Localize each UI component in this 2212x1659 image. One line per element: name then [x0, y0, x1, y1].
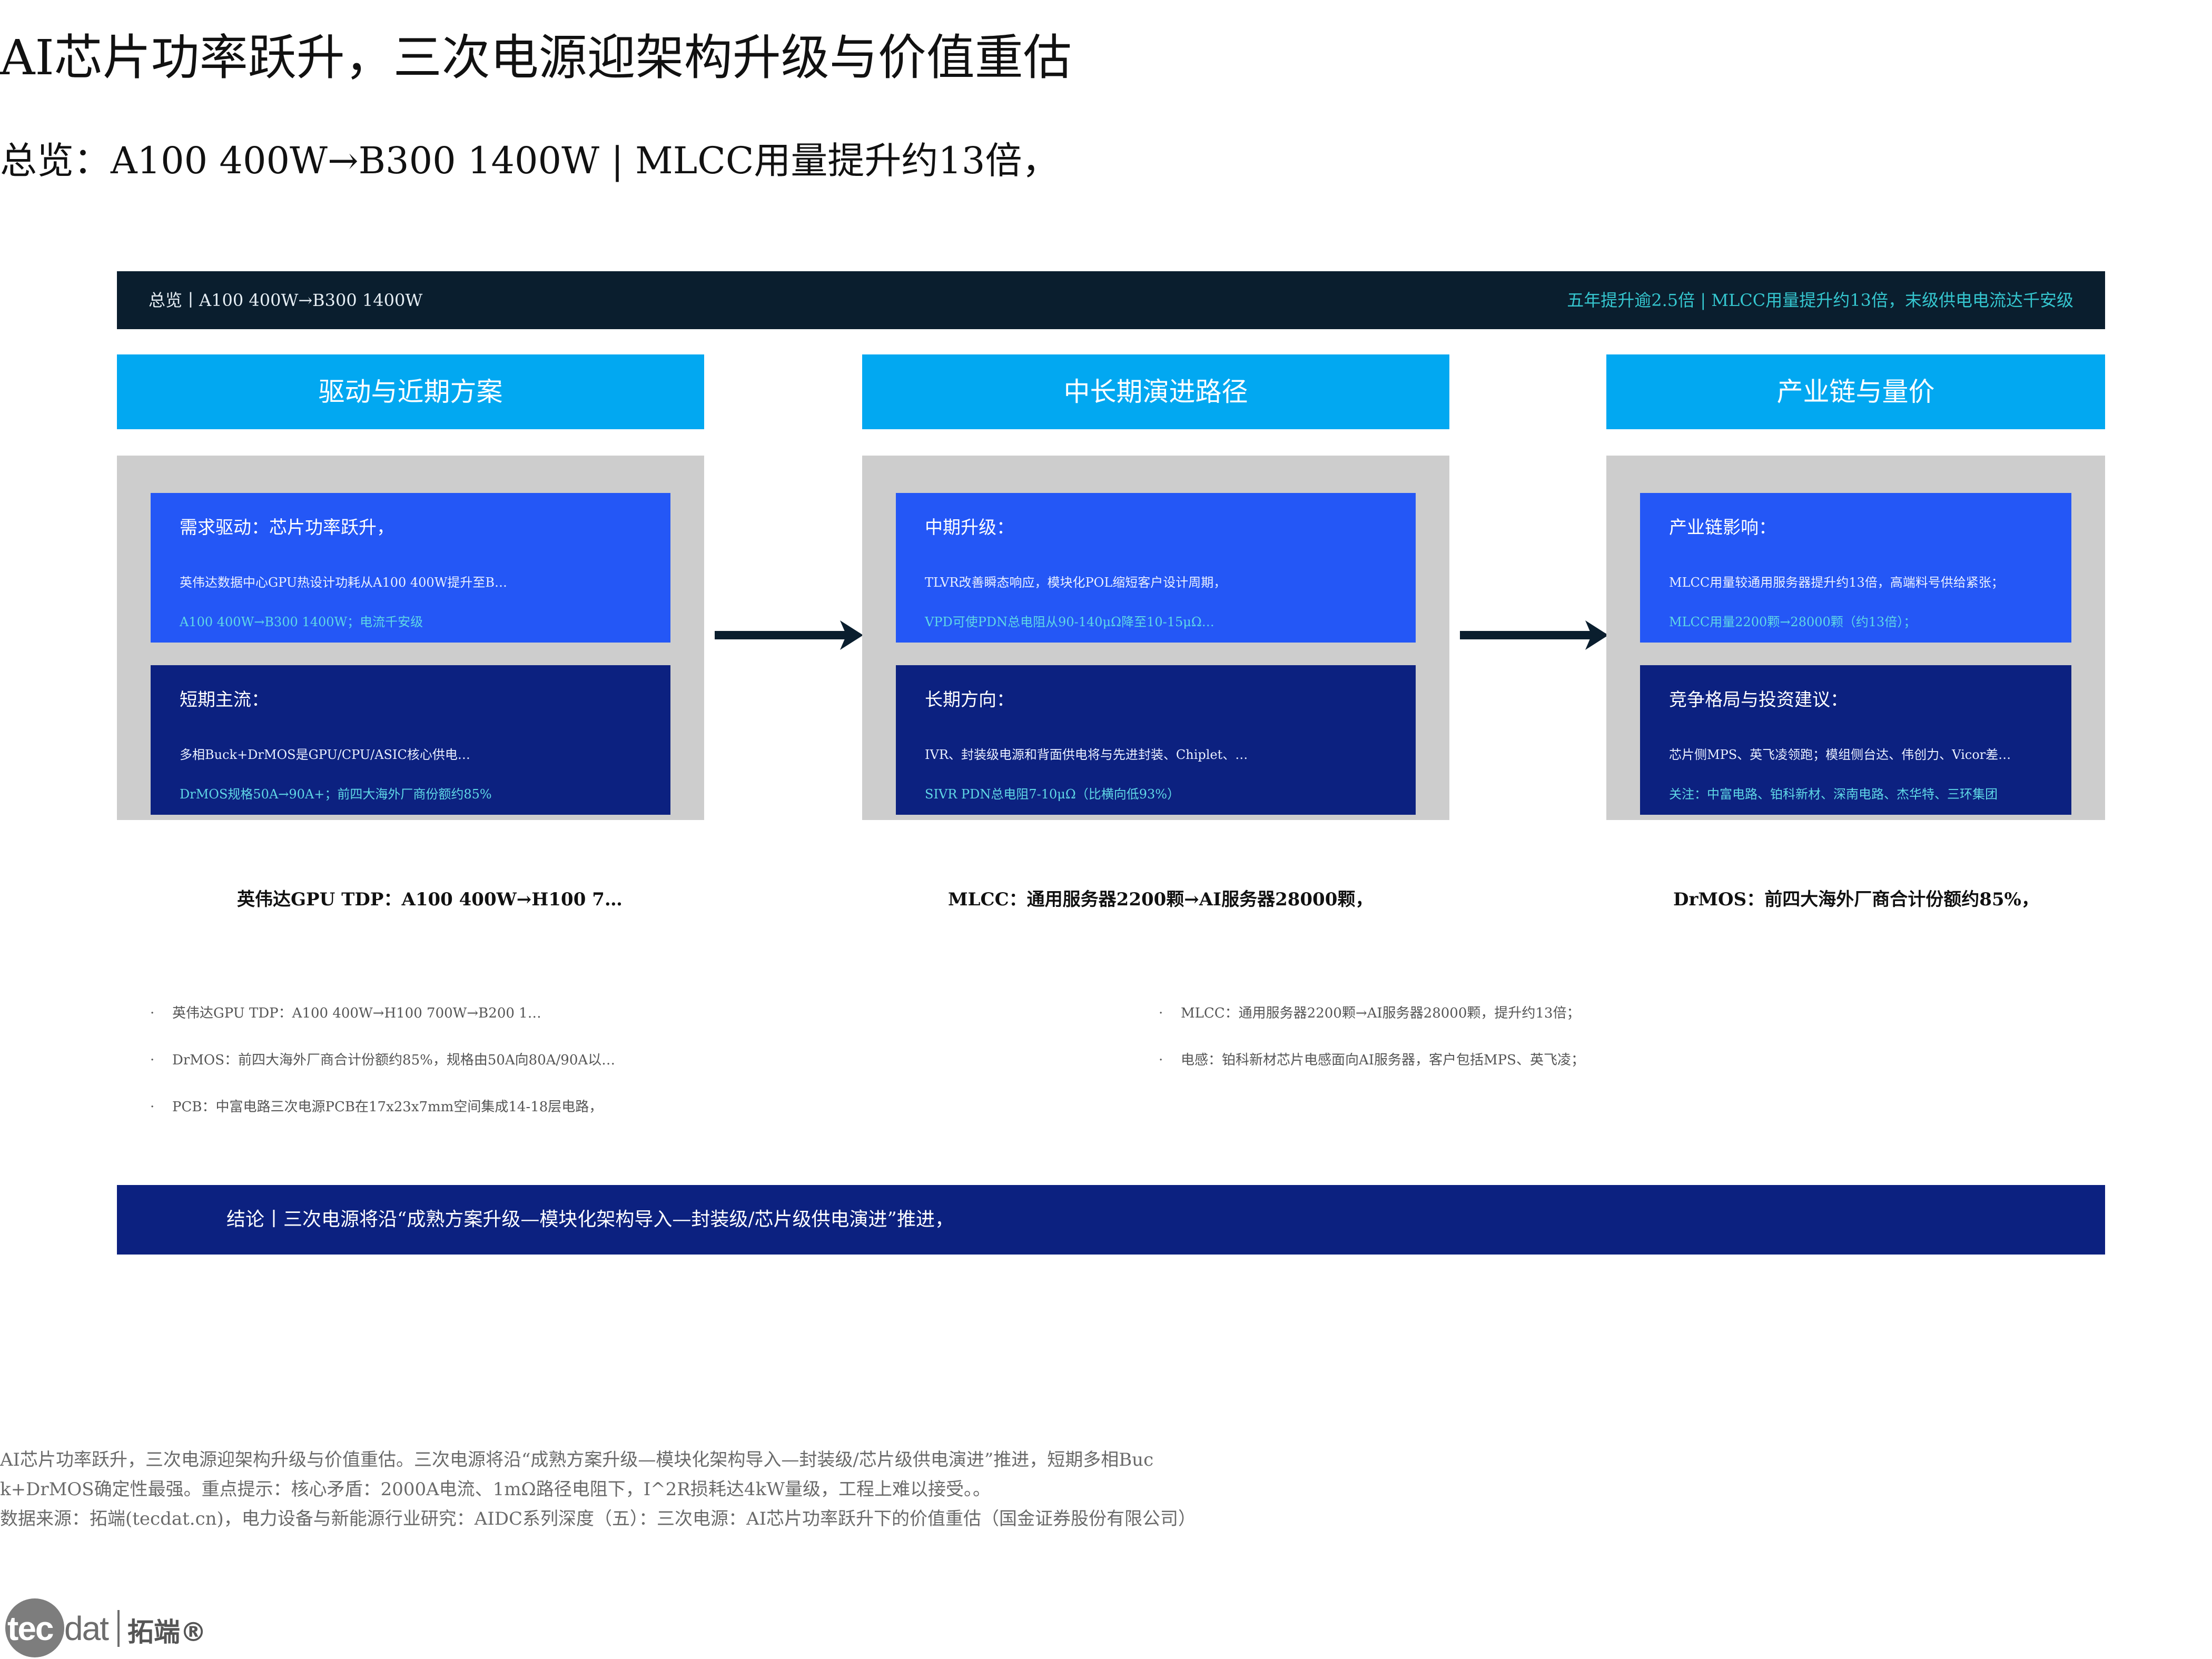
source-line: 数据来源：拓端(tecdat.cn)，电力设备与新能源行业研究：AIDC系列深度… — [0, 1508, 1197, 1529]
card-heading: 竞争格局与投资建议： — [1669, 689, 1848, 710]
note-line: AI芯片功率跃升，三次电源迎架构升级与价值重估。三次电源将沿“成熟方案升级—模块… — [0, 1449, 1154, 1470]
column-panel-drivers: 需求驱动：芯片功率跃升， 英伟达数据中心GPU热设计功耗从A100 400W提升… — [117, 456, 704, 820]
note-line: k+DrMOS确定性最强。重点提示：核心矛盾：2000A电流、1mΩ路径电阻下，… — [0, 1479, 991, 1500]
metric-drmos: DrMOS：前四大海外厂商合计份额约85%， — [1673, 889, 2039, 910]
card-text: IVR、封装级电源和背面供电将与先进封装、Chiplet、… — [925, 747, 1248, 762]
arrow-right-icon — [715, 618, 865, 652]
list-item: · PCB：中富电路三次电源PCB在17x23x7mm空间集成14-18层电路， — [150, 1099, 603, 1115]
metric-mlcc: MLCC：通用服务器2200颗→AI服务器28000颗， — [948, 889, 1374, 910]
page-subtitle: 总览：A100 400W→B300 1400W | MLCC用量提升约13倍， — [0, 139, 1059, 182]
card-heading: 需求驱动：芯片功率跃升， — [180, 517, 394, 538]
card-text: 芯片侧MPS、英飞凌领跑；模组侧台达、伟创力、Vicor差… — [1669, 747, 2011, 762]
column-header-drivers: 驱动与近期方案 — [117, 354, 704, 429]
logo-text-cn: 拓端® — [127, 1617, 206, 1647]
card-heading: 中期升级： — [925, 517, 1014, 538]
list-item: · DrMOS：前四大海外厂商合计份额约85%，规格由50A向80A/90A以… — [150, 1052, 616, 1068]
card-text: TLVR改善瞬态响应，模块化POL缩短客户设计周期， — [925, 575, 1227, 590]
overview-banner-left: 总览丨A100 400W→B300 1400W — [149, 290, 423, 310]
column-panel-industry: 产业链影响： MLCC用量较通用服务器提升约13倍，高端料号供给紧张； MLCC… — [1606, 456, 2105, 820]
list-item: · 英伟达GPU TDP：A100 400W→H100 700W→B200 1… — [150, 1005, 541, 1021]
card-accent: A100 400W→B300 1400W；电流千安级 — [180, 615, 423, 629]
column-header-roadmap: 中长期演进路径 — [862, 354, 1449, 429]
page-title: AI芯片功率跃升，三次电源迎架构升级与价值重估 — [0, 29, 1072, 86]
card-accent: DrMOS规格50A→90A+；前四大海外厂商份额约85% — [180, 787, 492, 802]
card-text: MLCC用量较通用服务器提升约13倍，高端料号供给紧张； — [1669, 575, 2004, 590]
card-competition: 竞争格局与投资建议： 芯片侧MPS、英飞凌领跑；模组侧台达、伟创力、Vicor差… — [1640, 665, 2071, 815]
list-item: · MLCC：通用服务器2200颗→AI服务器28000颗，提升约13倍； — [1159, 1005, 1581, 1021]
card-accent: MLCC用量2200颗→28000颗（约13倍）； — [1669, 615, 1917, 629]
logo-text-dat: dat — [64, 1609, 109, 1647]
overview-banner: 总览丨A100 400W→B300 1400W 五年提升逾2.5倍 | MLCC… — [117, 271, 2105, 329]
logo-text-tec: tec — [7, 1609, 54, 1647]
conclusion-text: 结论丨三次电源将沿“成熟方案升级—模块化架构导入—封装级/芯片级供电演进”推进， — [226, 1209, 954, 1230]
card-heading: 短期主流： — [180, 689, 269, 710]
overview-banner-right: 五年提升逾2.5倍 | MLCC用量提升约13倍，末级供电电流达千安级 — [1567, 290, 2073, 310]
metric-gpu-tdp: 英伟达GPU TDP：A100 400W→H100 7… — [237, 889, 623, 910]
card-industry-impact: 产业链影响： MLCC用量较通用服务器提升约13倍，高端料号供给紧张； MLCC… — [1640, 493, 2071, 643]
arrow-right-icon — [1460, 618, 1610, 652]
card-short-term: 短期主流： 多相Buck+DrMOS是GPU/CPU/ASIC核心供电… DrM… — [151, 665, 670, 815]
card-heading: 产业链影响： — [1669, 517, 1776, 538]
card-long-term: 长期方向： IVR、封装级电源和背面供电将与先进封装、Chiplet、… SIV… — [896, 665, 1416, 815]
card-heading: 长期方向： — [925, 689, 1014, 710]
logo-divider — [117, 1610, 120, 1647]
column-panel-roadmap: 中期升级： TLVR改善瞬态响应，模块化POL缩短客户设计周期， VPD可使PD… — [862, 456, 1449, 820]
conclusion-banner: 结论丨三次电源将沿“成熟方案升级—模块化架构导入—封装级/芯片级供电演进”推进， — [117, 1185, 2105, 1255]
card-accent: SIVR PDN总电阻7-10μΩ（比横向低93%） — [925, 787, 1180, 802]
card-text: 英伟达数据中心GPU热设计功耗从A100 400W提升至B… — [180, 575, 508, 590]
card-accent: 关注：中富电路、铂科新材、深南电路、杰华特、三环集团 — [1669, 787, 1998, 802]
card-mid-term: 中期升级： TLVR改善瞬态响应，模块化POL缩短客户设计周期， VPD可使PD… — [896, 493, 1416, 643]
list-item: · 电感：铂科新材芯片电感面向AI服务器，客户包括MPS、英飞凌； — [1159, 1052, 1585, 1068]
column-header-industry: 产业链与量价 — [1606, 354, 2105, 429]
card-accent: VPD可使PDN总电阻从90-140μΩ降至10-15μΩ… — [925, 615, 1214, 629]
card-text: 多相Buck+DrMOS是GPU/CPU/ASIC核心供电… — [180, 747, 470, 762]
card-demand-driver: 需求驱动：芯片功率跃升， 英伟达数据中心GPU热设计功耗从A100 400W提升… — [151, 493, 670, 643]
